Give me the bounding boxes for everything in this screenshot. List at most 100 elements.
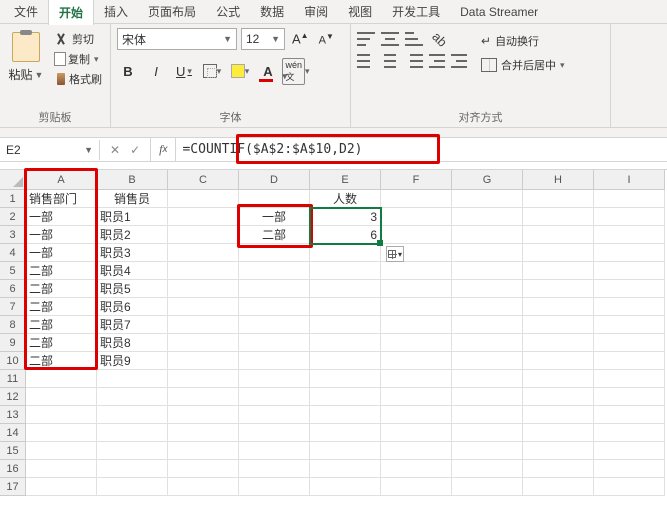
cell[interactable] [381, 478, 452, 496]
cell[interactable] [594, 478, 665, 496]
align-top-button[interactable] [357, 32, 375, 46]
merge-center-button[interactable]: 合并后居中▾ [479, 56, 567, 74]
row-header[interactable]: 10 [0, 352, 26, 370]
cell[interactable] [381, 370, 452, 388]
cell[interactable] [168, 298, 239, 316]
cell[interactable] [452, 262, 523, 280]
fx-icon[interactable]: fx [151, 138, 176, 161]
cell[interactable] [168, 478, 239, 496]
tab-file[interactable]: 文件 [4, 0, 48, 24]
cell[interactable] [381, 298, 452, 316]
cells-area[interactable]: 销售部门销售员人数一部职员1一部3一部职员2二部6一部职员3二部职员4二部职员5… [26, 190, 665, 496]
row-header[interactable]: 1 [0, 190, 26, 208]
row-header[interactable]: 14 [0, 424, 26, 442]
cancel-formula-button[interactable]: ✕ [110, 143, 120, 157]
cell[interactable] [381, 388, 452, 406]
cell[interactable] [310, 262, 381, 280]
row-header[interactable]: 6 [0, 280, 26, 298]
cell[interactable] [168, 424, 239, 442]
spreadsheet-grid[interactable]: 1234567891011121314151617 ABCDEFGHI 销售部门… [0, 170, 667, 496]
cell[interactable] [310, 478, 381, 496]
cell[interactable] [239, 244, 310, 262]
cell[interactable] [168, 226, 239, 244]
cell[interactable] [310, 280, 381, 298]
cell[interactable]: 二部 [26, 280, 97, 298]
cell[interactable] [452, 190, 523, 208]
increase-indent-button[interactable] [451, 54, 467, 68]
decrease-indent-button[interactable] [429, 54, 445, 68]
cell[interactable] [452, 298, 523, 316]
cell[interactable] [523, 316, 594, 334]
cell[interactable] [239, 298, 310, 316]
cell[interactable] [452, 352, 523, 370]
cell[interactable] [381, 208, 452, 226]
tab-data[interactable]: 数据 [250, 0, 294, 24]
cell[interactable]: 职员6 [97, 298, 168, 316]
cut-button[interactable]: 剪切 [52, 30, 104, 48]
cell[interactable] [523, 334, 594, 352]
cell[interactable]: 职员1 [97, 208, 168, 226]
border-button[interactable]: ▾ [201, 60, 223, 82]
cell[interactable] [26, 460, 97, 478]
cell[interactable] [239, 280, 310, 298]
cell[interactable] [594, 316, 665, 334]
column-header[interactable]: H [523, 170, 594, 190]
bold-button[interactable]: B [117, 60, 139, 82]
cell[interactable] [310, 442, 381, 460]
align-middle-button[interactable] [381, 32, 399, 46]
tab-data-streamer[interactable]: Data Streamer [450, 1, 548, 23]
cell[interactable]: 职员5 [97, 280, 168, 298]
cell[interactable] [168, 316, 239, 334]
row-header[interactable]: 7 [0, 298, 26, 316]
cell[interactable] [523, 190, 594, 208]
column-header[interactable]: G [452, 170, 523, 190]
column-header[interactable]: I [594, 170, 665, 190]
cell[interactable] [452, 424, 523, 442]
cell[interactable]: 销售部门 [26, 190, 97, 208]
tab-home[interactable]: 开始 [48, 0, 94, 25]
cell[interactable] [381, 316, 452, 334]
cell[interactable]: 职员4 [97, 262, 168, 280]
cell[interactable] [452, 388, 523, 406]
column-header[interactable]: A [26, 170, 97, 190]
column-header[interactable]: D [239, 170, 310, 190]
cell[interactable] [452, 406, 523, 424]
cell[interactable]: 一部 [26, 244, 97, 262]
tab-page-layout[interactable]: 页面布局 [138, 0, 206, 24]
paste-button[interactable]: 粘贴▼ [6, 28, 46, 83]
cell[interactable] [523, 406, 594, 424]
cell[interactable] [381, 334, 452, 352]
formula-input[interactable]: =COUNTIF($A$2:$A$10,D2) [176, 139, 667, 160]
cell[interactable] [381, 190, 452, 208]
cell[interactable]: 一部 [239, 208, 310, 226]
cell[interactable] [594, 460, 665, 478]
cell[interactable] [452, 208, 523, 226]
cell[interactable] [594, 280, 665, 298]
align-center-button[interactable] [381, 54, 399, 68]
cell[interactable] [239, 352, 310, 370]
name-box[interactable]: E2▼ [0, 140, 100, 160]
cell[interactable] [310, 316, 381, 334]
font-size-select[interactable]: 12▼ [241, 28, 285, 50]
autofill-options-button[interactable] [386, 246, 404, 262]
align-left-button[interactable] [357, 54, 375, 68]
cell[interactable] [310, 424, 381, 442]
cell[interactable] [168, 388, 239, 406]
cell[interactable] [97, 388, 168, 406]
cell[interactable]: 职员3 [97, 244, 168, 262]
align-bottom-button[interactable] [405, 32, 423, 46]
cell[interactable] [97, 478, 168, 496]
orientation-button[interactable]: ab [424, 23, 455, 54]
cell[interactable] [523, 388, 594, 406]
cell[interactable] [239, 316, 310, 334]
copy-button[interactable]: 复制▾ [52, 50, 104, 68]
cell[interactable] [97, 460, 168, 478]
tab-formulas[interactable]: 公式 [206, 0, 250, 24]
cell[interactable] [594, 388, 665, 406]
column-header[interactable]: C [168, 170, 239, 190]
cell[interactable] [452, 244, 523, 262]
row-header[interactable]: 12 [0, 388, 26, 406]
cell[interactable] [594, 442, 665, 460]
increase-font-button[interactable]: A▲ [289, 31, 312, 46]
cell[interactable] [381, 280, 452, 298]
